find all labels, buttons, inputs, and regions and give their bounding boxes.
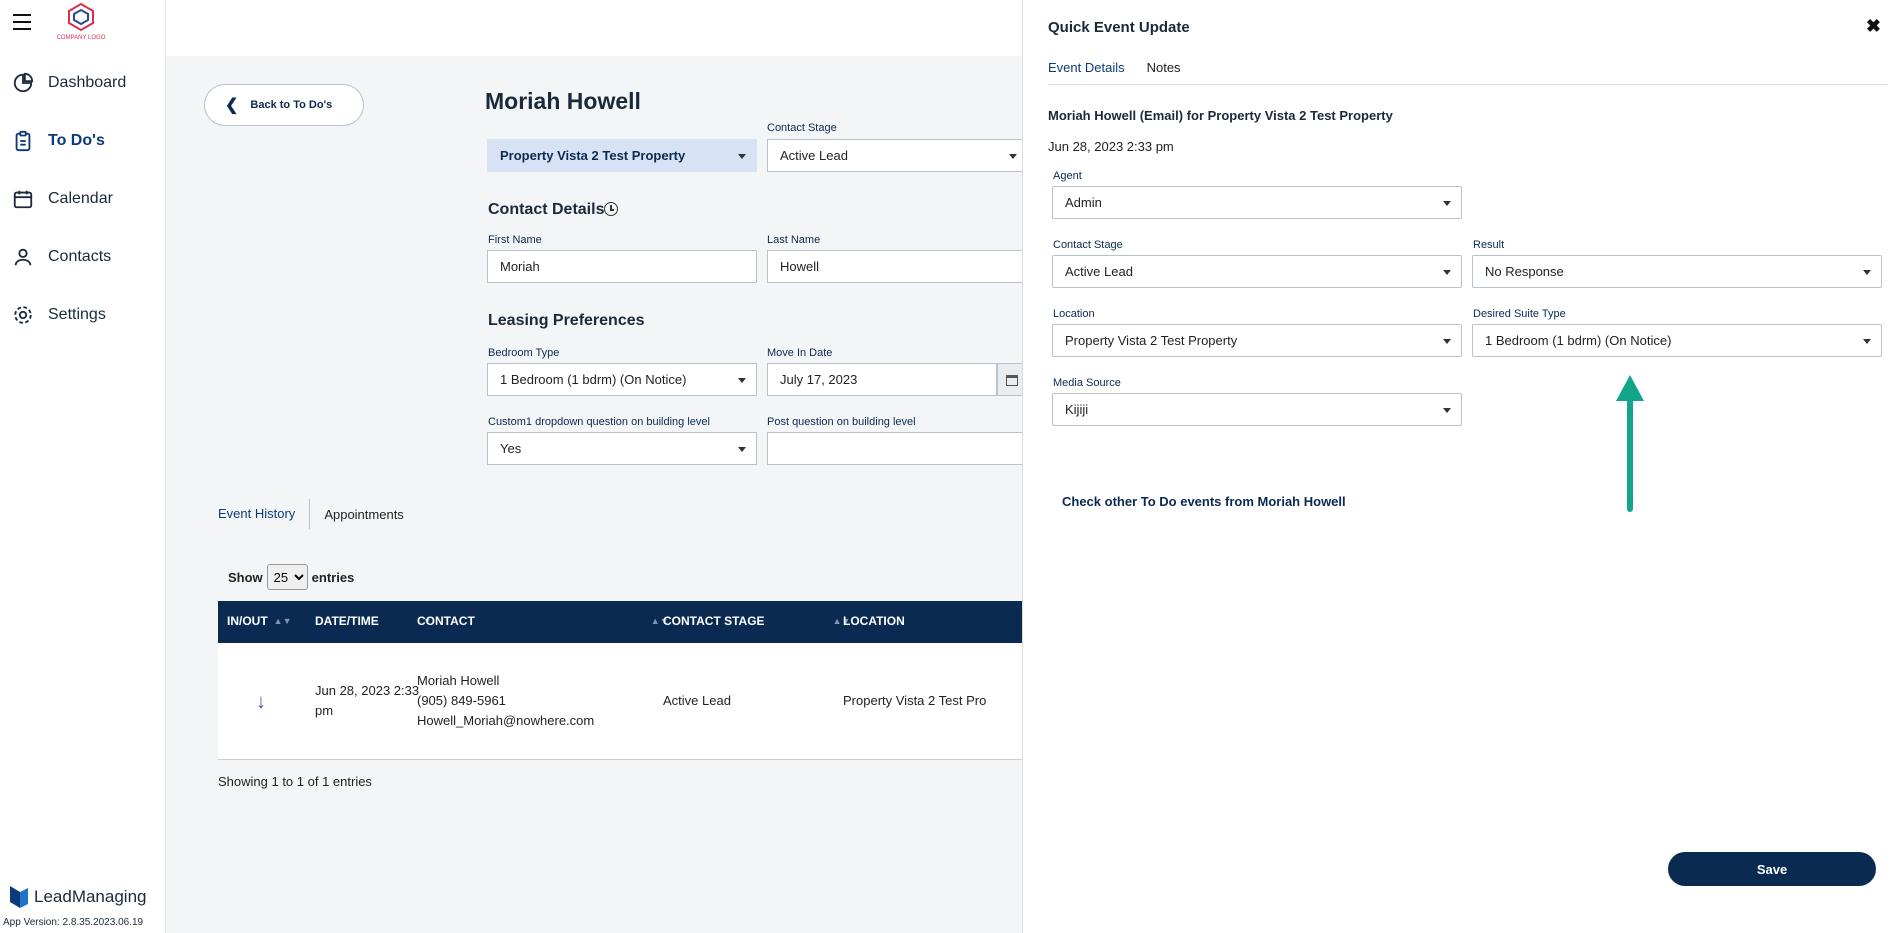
nav-item-contacts[interactable]: Contacts (12, 246, 111, 268)
nav-label: Calendar (48, 190, 113, 207)
post-question-field[interactable] (767, 432, 1027, 465)
main-content: ❮ Back to To Do's Moriah Howell Property… (166, 56, 1027, 933)
sidebar: COMPANY LOGO Dashboard To Do's Calendar … (0, 0, 166, 933)
move-in-date-label: Move In Date (767, 347, 833, 359)
cell-date: Jun 28, 2023 2:33 pm (315, 683, 420, 718)
table-header: IN/OUT ▲▼ DATE/TIME ▼ CONTACT ▲▼ CONTACT ST… (218, 601, 1026, 643)
nav-label: Dashboard (48, 74, 127, 91)
gear-icon (14, 306, 32, 324)
desired-suite-select[interactable]: 1 Bedroom (1 bdrm) (On Notice) (1472, 324, 1882, 357)
agent-label: Agent (1053, 170, 1082, 182)
custom1-select[interactable]: Yes (487, 432, 757, 465)
quick-event-update-panel: Quick Event Update ✖ Event Details Notes… (1022, 0, 1895, 933)
tab-event-details[interactable]: Event Details (1048, 60, 1125, 84)
brand-name: LeadManaging (34, 887, 147, 906)
history-tabs: Event History Appointments (218, 499, 417, 529)
col-contact[interactable]: CONTACT ▲▼ (417, 614, 669, 628)
pie-chart-icon (13, 72, 34, 93)
nav-label: To Do's (48, 132, 105, 149)
property-select[interactable]: Property Vista 2 Test Property (487, 139, 757, 172)
media-source-label: Media Source (1053, 377, 1121, 389)
bedroom-type-select[interactable]: 1 Bedroom (1 bdrm) (On Notice) (487, 363, 757, 396)
leasing-preferences-title: Leasing Preferences (488, 312, 645, 329)
contact-stage-label: Contact Stage (1053, 239, 1123, 251)
last-name-label: Last Name (767, 234, 821, 246)
page-title: Moriah Howell (485, 88, 641, 114)
post-question-label: Post question on building level (767, 416, 916, 428)
logo-text: COMPANY LOGO (56, 35, 106, 41)
contact-details-title: Contact Details (488, 201, 605, 218)
brand-logo: LeadManaging (8, 884, 146, 910)
incoming-arrow-icon: ↓ (256, 691, 266, 713)
col-contact-stage[interactable]: CONTACT STAGE ▲▼ (663, 614, 850, 628)
contact-stage-label: Contact Stage (767, 122, 837, 134)
entries-label: entries (311, 569, 355, 585)
clipboard-icon (15, 130, 31, 152)
menu-icon[interactable] (13, 14, 31, 30)
nav-label: Settings (48, 306, 106, 323)
annotation-arrow-icon (1616, 375, 1644, 512)
nav-item-dashboard[interactable]: Dashboard (12, 72, 126, 94)
nav-item-calendar[interactable]: Calendar (12, 188, 113, 210)
back-to-todos-button[interactable]: ❮ Back to To Do's (204, 84, 364, 126)
check-other-todos-link[interactable]: Check other To Do events from Moriah How… (1062, 494, 1346, 509)
location-label: Location (1053, 308, 1095, 320)
col-location[interactable]: LOCATION (843, 614, 905, 628)
chevron-left-icon: ❮ (225, 97, 239, 114)
tab-appointments[interactable]: Appointments (324, 507, 417, 522)
back-label: Back to To Do's (250, 99, 333, 111)
event-date: Jun 28, 2023 2:33 pm (1048, 139, 1174, 154)
desired-suite-label: Desired Suite Type (1473, 308, 1566, 320)
result-label: Result (1473, 239, 1505, 251)
history-clock-icon[interactable] (604, 202, 618, 216)
calendar-icon (13, 190, 33, 209)
cell-contact: Moriah Howell (905) 849-5961 Howell_Mori… (417, 673, 595, 728)
nav-item-todos[interactable]: To Do's (12, 130, 105, 152)
top-bar (166, 0, 1026, 56)
table-info: Showing 1 to 1 of 1 entries (218, 774, 372, 789)
col-date-time[interactable]: DATE/TIME ▼ (315, 614, 432, 628)
event-title: Moriah Howell (Email) for Property Vista… (1048, 108, 1393, 123)
page-length-control: Show 25 entries (228, 564, 354, 590)
tab-event-history[interactable]: Event History (218, 499, 311, 529)
col-in-out[interactable]: IN/OUT ▲▼ (227, 614, 292, 628)
bedroom-type-label: Bedroom Type (488, 347, 560, 359)
event-history-table: IN/OUT ▲▼ DATE/TIME ▼ CONTACT ▲▼ CONTACT ST… (218, 601, 1026, 760)
result-select[interactable]: No Response (1472, 255, 1882, 288)
cell-location: Property Vista 2 Test Pro (843, 693, 987, 708)
location-select[interactable]: Property Vista 2 Test Property (1052, 324, 1462, 357)
cell-stage: Active Lead (663, 693, 731, 708)
brand-mark-icon (10, 886, 28, 908)
media-source-select[interactable]: Kijiji (1052, 393, 1462, 426)
calendar-icon (1006, 374, 1018, 386)
contact-stage-select[interactable]: Active Lead (767, 139, 1027, 172)
close-icon[interactable]: ✖ (1866, 16, 1881, 37)
logo-hexagon-icon (68, 2, 94, 32)
agent-select[interactable]: Admin (1052, 186, 1462, 219)
entries-select[interactable]: 25 (266, 564, 308, 590)
app-version: App Version: 2.8.35.2023.06.19 (3, 917, 144, 928)
last-name-field[interactable]: Howell (767, 250, 1027, 283)
show-label: Show (228, 569, 263, 585)
nav-item-settings[interactable]: Settings (12, 304, 106, 326)
company-logo[interactable]: COMPANY LOGO (52, 2, 110, 44)
first-name-label: First Name (488, 234, 542, 246)
tab-notes[interactable]: Notes (1147, 60, 1181, 84)
users-icon (14, 248, 32, 266)
save-button[interactable]: Save (1668, 852, 1876, 886)
move-in-date-field[interactable]: July 17, 2023 (767, 363, 997, 396)
panel-title: Quick Event Update (1048, 19, 1190, 36)
panel-tabs: Event Details Notes (1048, 60, 1888, 85)
nav-label: Contacts (48, 248, 112, 265)
contact-stage-select[interactable]: Active Lead (1052, 255, 1462, 288)
custom1-label: Custom1 dropdown question on building le… (488, 416, 710, 428)
first-name-field[interactable]: Moriah (487, 250, 757, 283)
table-row[interactable]: ↓ Jun 28, 2023 2:33 pm Moriah Howell (90… (218, 643, 1026, 760)
sort-icon: ▲▼ (273, 616, 292, 626)
